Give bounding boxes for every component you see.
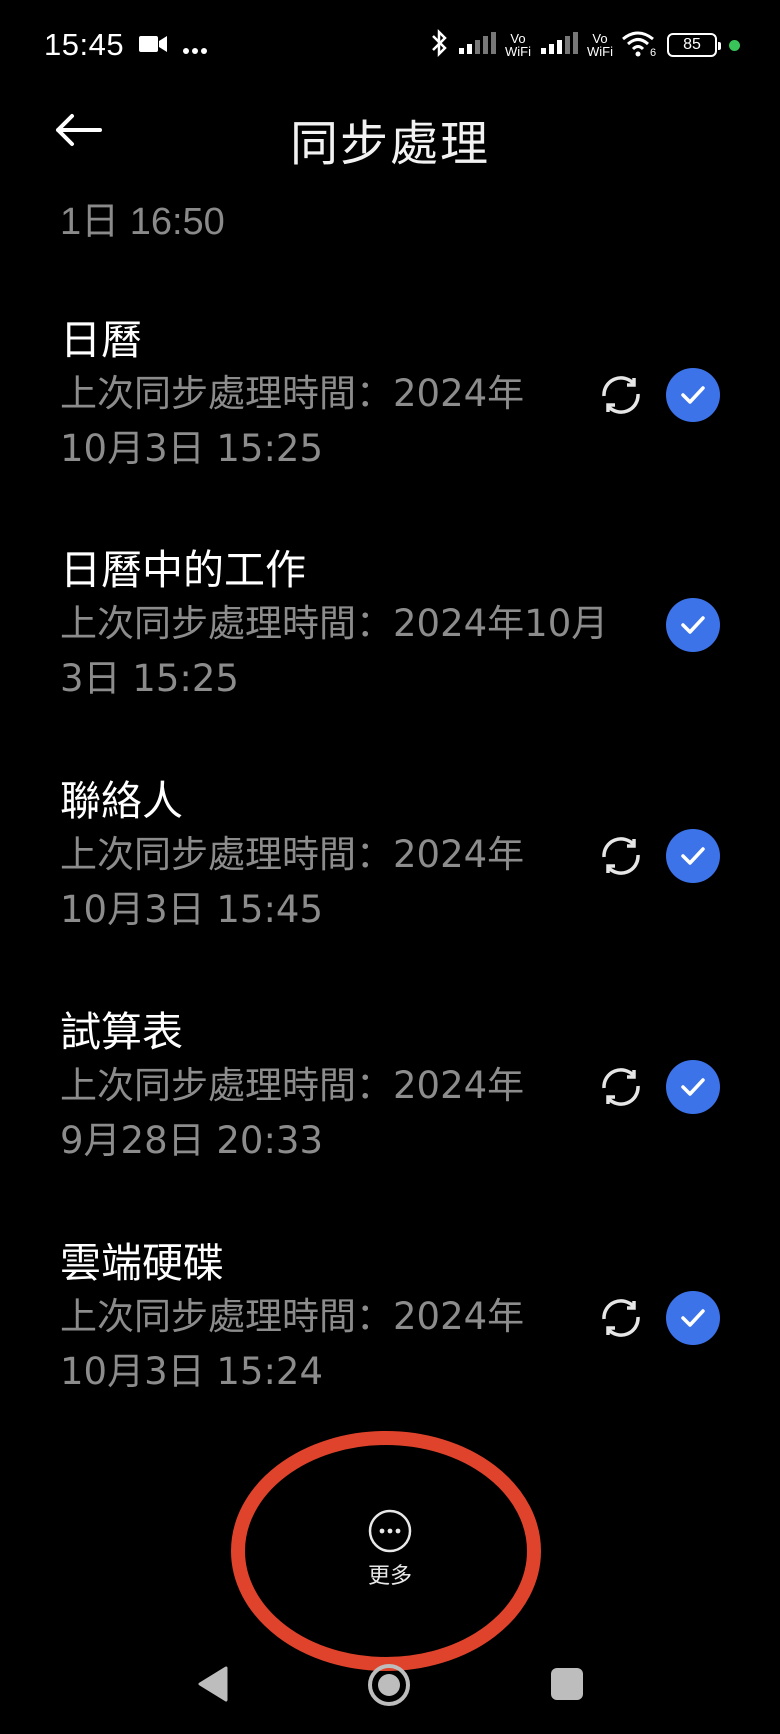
sync-item-calendar-tasks[interactable]: 日曆中的工作 上次同步處理時間：2024年10月 3日 15:25 <box>0 536 780 736</box>
nav-recents-icon[interactable] <box>551 1668 583 1700</box>
item-last-sync: 上次同步處理時間：2024年 10月3日 15:24 <box>60 1289 650 1399</box>
status-time: 15:45 <box>44 27 125 62</box>
page-title: 同步處理 <box>289 116 490 172</box>
item-last-sync: 上次同步處理時間：2024年10月 3日 15:25 <box>60 596 660 706</box>
sync-icon <box>602 837 640 875</box>
vowifi-label-1: Vo WiFi <box>505 32 531 58</box>
signal-icon <box>457 30 497 60</box>
more-circle-icon <box>368 1509 412 1553</box>
sync-line-1: 上次同步處理時間：2024年 <box>60 1295 525 1338</box>
wifi-icon: 6 <box>621 29 659 61</box>
sync-line-1: 上次同步處理時間：2024年 <box>60 372 525 415</box>
previous-item-time: 1日 16:50 <box>60 201 225 243</box>
sync-line-2: 10月3日 15:45 <box>60 888 324 931</box>
svg-text:6: 6 <box>650 47 656 57</box>
sync-line-2: 10月3日 15:24 <box>60 1350 324 1393</box>
check-icon <box>681 847 705 865</box>
sync-line-1: 上次同步處理時間：2024年10月 <box>60 602 609 645</box>
wifi-text: WiFi <box>505 44 531 59</box>
navigation-bar <box>0 1640 780 1730</box>
sync-item-sheets[interactable]: 試算表 上次同步處理時間：2024年 9月28日 20:33 <box>0 998 780 1198</box>
video-icon <box>138 28 168 62</box>
nav-home-icon[interactable] <box>366 1662 412 1708</box>
bluetooth-icon <box>429 28 449 62</box>
nav-back-icon[interactable] <box>196 1664 230 1704</box>
checkbox-checked[interactable] <box>666 1291 720 1345</box>
vowifi-label-2: Vo WiFi <box>587 32 613 58</box>
status-left: 15:45 <box>44 27 208 63</box>
status-bar: 15:45 Vo WiFi Vo WiFi 6 85 <box>0 0 780 90</box>
item-last-sync: 上次同步處理時間：2024年 9月28日 20:33 <box>60 1058 650 1168</box>
check-icon <box>681 1309 705 1327</box>
signal-icon <box>539 30 579 60</box>
status-right: Vo WiFi Vo WiFi 6 85 <box>429 28 740 62</box>
sync-line-2: 9月28日 20:33 <box>60 1119 324 1162</box>
more-label: 更多 <box>367 1564 412 1589</box>
sync-item-contacts[interactable]: 聯絡人 上次同步處理時間：2024年 10月3日 15:45 <box>0 767 780 967</box>
sync-line-1: 上次同步處理時間：2024年 <box>60 1064 525 1107</box>
checkbox-checked[interactable] <box>666 368 720 422</box>
more-dots-icon <box>182 28 208 62</box>
sync-icon <box>602 1299 640 1337</box>
sync-line-2: 10月3日 15:25 <box>60 427 324 470</box>
sync-icon <box>602 376 640 414</box>
checkbox-checked[interactable] <box>666 829 720 883</box>
item-title: 雲端硬碟 <box>60 1239 224 1287</box>
sync-line-1: 上次同步處理時間：2024年 <box>60 833 525 876</box>
item-title: 日曆中的工作 <box>60 546 306 594</box>
sync-line-2: 3日 15:25 <box>60 657 239 700</box>
sync-item-calendar[interactable]: 日曆 上次同步處理時間：2024年 10月3日 15:25 <box>0 306 780 506</box>
checkbox-checked[interactable] <box>666 1060 720 1114</box>
check-icon <box>681 616 705 634</box>
header: 同步處理 <box>0 90 780 182</box>
wifi-text: WiFi <box>587 44 613 59</box>
battery-icon: 85 <box>667 33 721 57</box>
checkbox-checked[interactable] <box>666 598 720 652</box>
screen: 15:45 Vo WiFi Vo WiFi 6 85 同步處理 1日 16:50… <box>0 0 780 1734</box>
item-last-sync: 上次同步處理時間：2024年 10月3日 15:25 <box>60 366 650 476</box>
item-title: 聯絡人 <box>60 777 183 825</box>
sync-item-drive[interactable]: 雲端硬碟 上次同步處理時間：2024年 10月3日 15:24 <box>0 1229 780 1429</box>
item-last-sync: 上次同步處理時間：2024年 10月3日 15:45 <box>60 827 650 937</box>
more-button[interactable]: 更多 <box>330 1508 450 1618</box>
check-icon <box>681 386 705 404</box>
check-icon <box>681 1078 705 1096</box>
item-title: 試算表 <box>60 1008 183 1056</box>
sync-icon <box>602 1068 640 1106</box>
privacy-dot <box>729 39 740 51</box>
item-title: 日曆 <box>60 316 142 364</box>
